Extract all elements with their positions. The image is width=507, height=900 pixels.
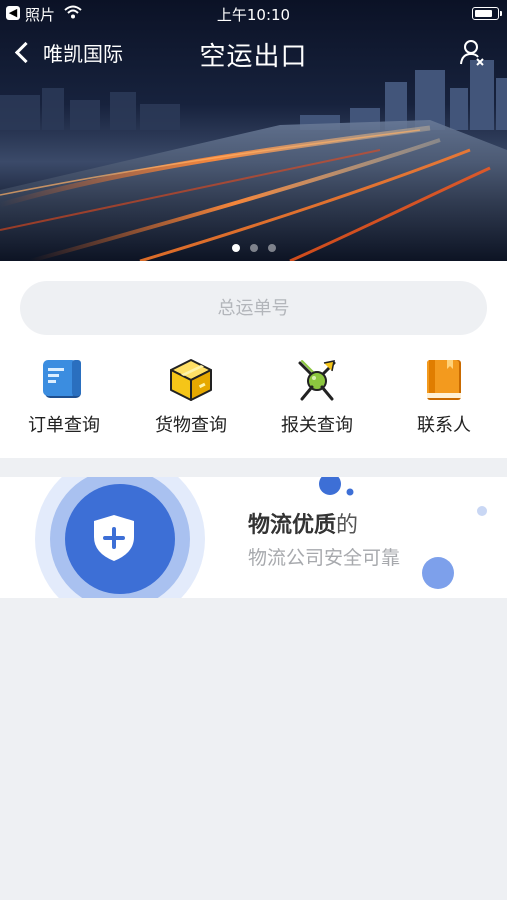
page-title: 空运出口 [199,42,308,72]
carousel-dot[interactable] [249,244,258,252]
customs-stamp-icon [298,360,336,401]
action-panel: 订单查询 货物查询 报关查询 [0,261,507,458]
promo-title-light: 的 [336,513,359,538]
hero-banner[interactable]: ◀ 照片 上午10:10 唯凯国际 空运出口 [0,0,507,261]
customs-query-button[interactable]: 报关查询 [262,351,372,437]
user-close-icon[interactable] [459,38,487,66]
status-time: 上午10:10 [216,6,291,24]
cargo-query-button[interactable]: 货物查询 [136,351,246,437]
status-bar: ◀ 照片 上午10:10 [0,0,507,26]
cargo-box-icon [170,359,212,401]
promo-banner[interactable]: 物流优质的 物流公司安全可靠 [0,477,507,598]
battery-icon [472,7,502,20]
carousel-dot[interactable] [231,244,240,252]
contacts-button[interactable]: 联系人 [389,351,499,437]
promo-title: 物流优质的 [248,507,358,539]
nav-bar: 唯凯国际 空运出口 [0,26,507,78]
quick-actions: 订单查询 货物查询 报关查询 联系人 [0,351,507,441]
contact-book-icon [427,360,461,400]
shield-plus-icon [94,515,134,561]
order-query-button[interactable]: 订单查询 [9,351,119,437]
carousel-dot[interactable] [267,244,276,252]
order-query-label: 订单查询 [28,415,100,436]
order-notebook-icon [43,360,81,398]
contacts-label: 联系人 [417,415,471,436]
carousel-indicator[interactable] [0,244,507,252]
promo-title-bold: 物流优质 [248,513,337,538]
waybill-search-input[interactable] [20,281,487,335]
promo-subtitle: 物流公司安全可靠 [248,547,401,569]
customs-query-label: 报关查询 [281,415,353,436]
cargo-query-label: 货物查询 [155,415,227,436]
